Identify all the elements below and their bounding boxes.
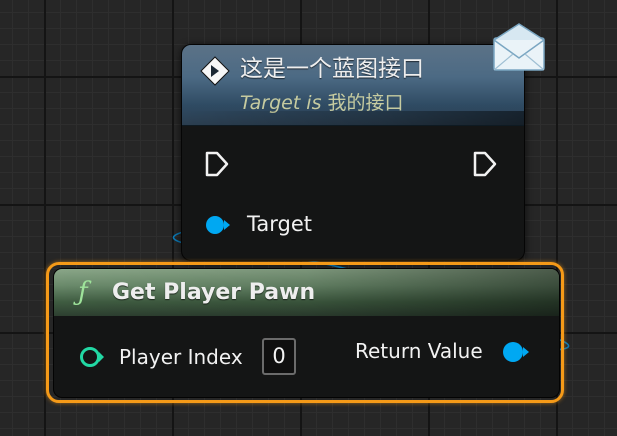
interface-message-node[interactable]: 这是一个蓝图接口 Target is 我的接口 [181, 44, 525, 261]
message-diamond-icon [200, 56, 230, 86]
target-pin[interactable] [205, 215, 231, 235]
player-index-input[interactable]: 0 [262, 338, 296, 375]
return-value-label: Return Value [355, 339, 483, 363]
subtitle-target: 我的接口 [327, 92, 404, 114]
interface-node-subtitle: Target is 我的接口 [240, 90, 404, 116]
interface-node-title: 这是一个蓝图接口 [240, 56, 424, 82]
subtitle-prefix: Target is [240, 92, 322, 114]
exec-out-pin[interactable] [472, 150, 498, 178]
envelope-icon [493, 23, 545, 71]
blueprint-graph-canvas[interactable]: 这是一个蓝图接口 Target is 我的接口 Target ƒ Get Pla… [0, 0, 617, 436]
function-icon: ƒ [78, 277, 88, 307]
get-player-pawn-node[interactable]: ƒ Get Player Pawn [53, 268, 560, 398]
target-pin-label: Target [247, 212, 312, 236]
interface-node-header[interactable]: 这是一个蓝图接口 Target is 我的接口 [182, 45, 524, 126]
player-index-pin[interactable] [79, 346, 105, 368]
player-index-label: Player Index [119, 345, 243, 369]
return-value-pin[interactable] [501, 341, 531, 363]
function-node-title: Get Player Pawn [112, 280, 316, 305]
exec-in-pin[interactable] [204, 150, 230, 178]
